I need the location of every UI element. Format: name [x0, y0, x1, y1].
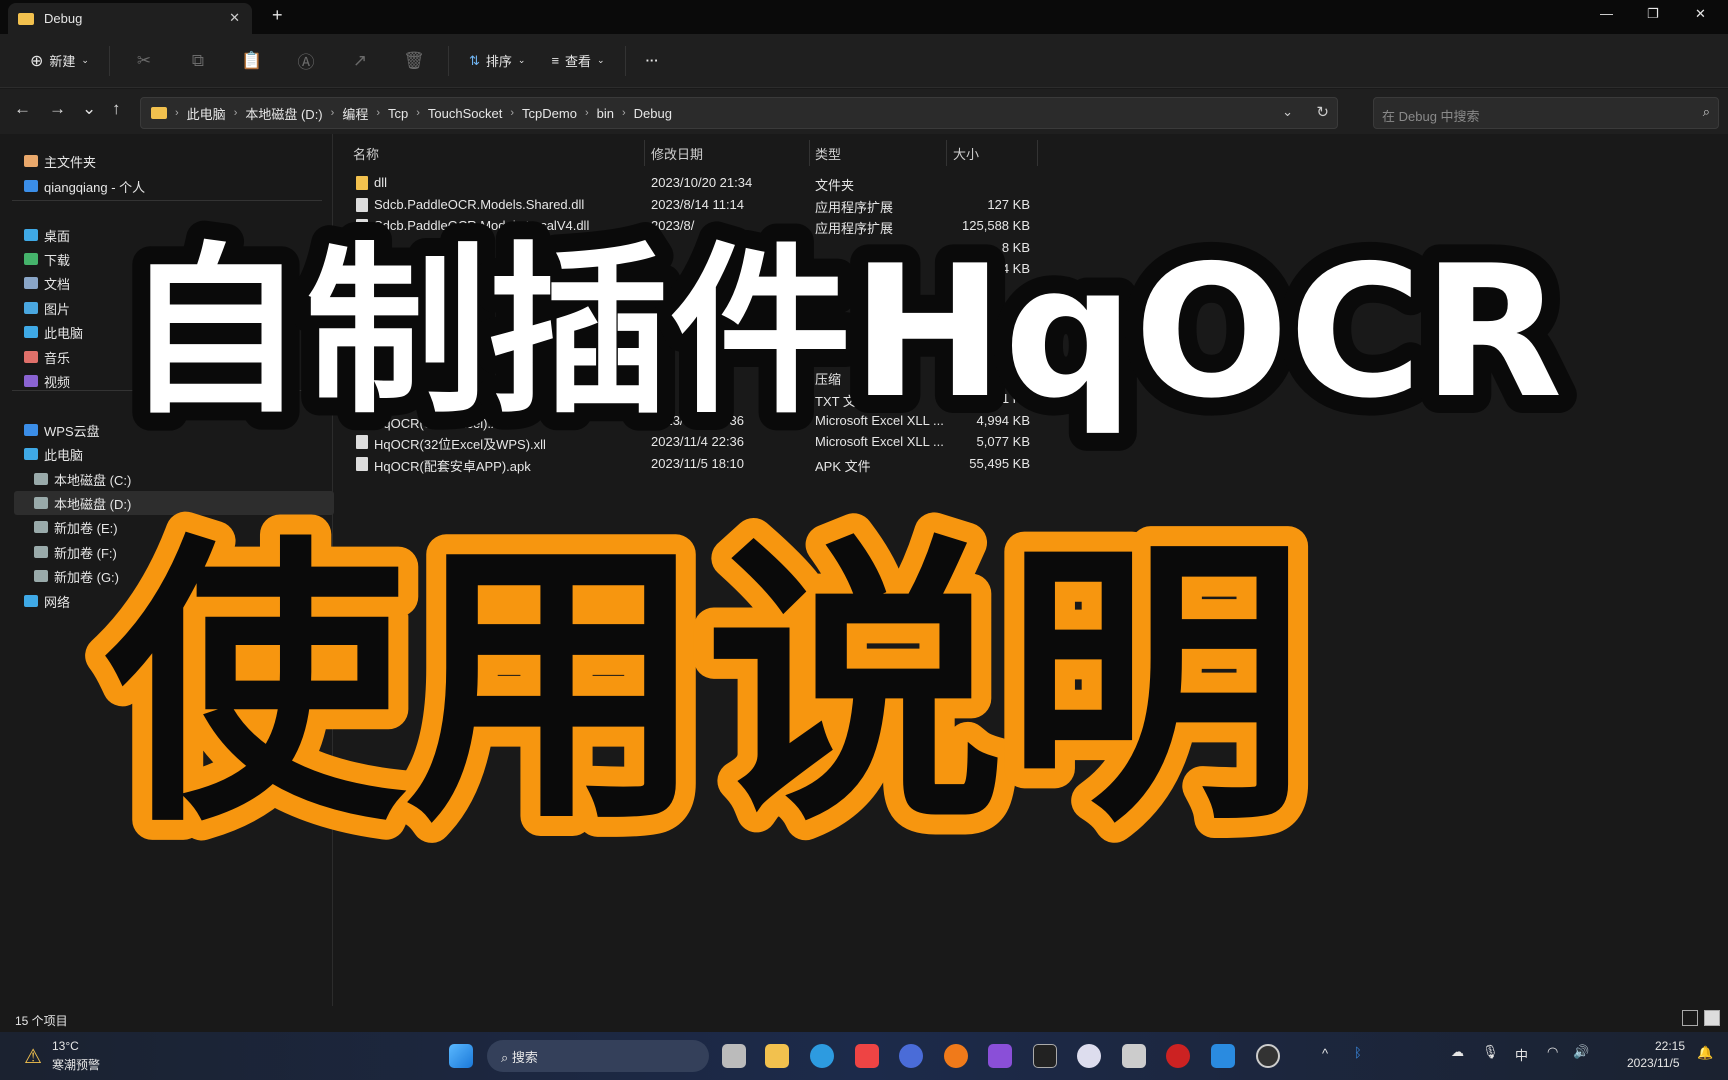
overlay-subtitle: 使用说明	[105, 512, 1305, 861]
overlay-title: 自制插件HqOCR	[123, 226, 1562, 438]
title-overlay: 自制插件HqOCR 使用说明	[85, 208, 1581, 881]
